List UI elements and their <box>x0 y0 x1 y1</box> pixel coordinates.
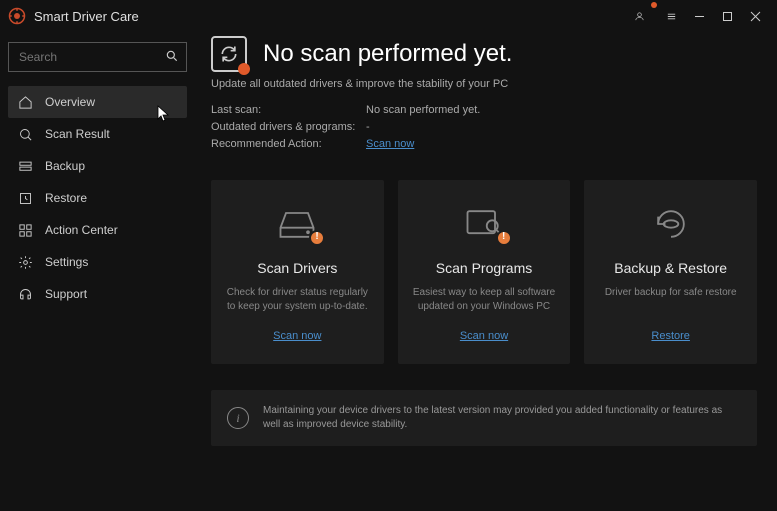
cards-row: Scan Drivers Check for driver status reg… <box>211 180 757 364</box>
tip-text: Maintaining your device drivers to the l… <box>263 404 741 432</box>
alert-badge-icon <box>309 230 325 246</box>
scan-now-link[interactable]: Scan now <box>366 138 414 150</box>
info-last-scan: Last scan: No scan performed yet. <box>211 104 757 116</box>
tip-banner: i Maintaining your device drivers to the… <box>211 390 757 446</box>
backup-icon <box>18 159 33 174</box>
menu-icon[interactable] <box>657 2 685 30</box>
sidebar-item-label: Overview <box>45 95 95 109</box>
card-scan-now-link[interactable]: Scan now <box>460 330 508 342</box>
card-scan-programs: Scan Programs Easiest way to keep all so… <box>398 180 571 364</box>
sidebar-item-settings[interactable]: Settings <box>8 246 187 278</box>
info-label: Outdated drivers & programs: <box>211 121 366 133</box>
card-desc: Check for driver status regularly to kee… <box>225 286 370 314</box>
card-title: Backup & Restore <box>614 260 727 276</box>
drive-icon <box>273 204 321 244</box>
sidebar-item-label: Support <box>45 287 87 301</box>
close-button[interactable] <box>741 2 769 30</box>
sidebar: Overview Scan Result Backup Restore Acti… <box>0 32 195 511</box>
page-subtitle: Update all outdated drivers & improve th… <box>211 78 757 90</box>
info-label: Recommended Action: <box>211 138 366 150</box>
info-value: - <box>366 121 370 133</box>
card-title: Scan Programs <box>436 260 532 276</box>
sidebar-item-scan-result[interactable]: Scan Result <box>8 118 187 150</box>
page-heading: No scan performed yet. <box>211 36 757 72</box>
sidebar-item-restore[interactable]: Restore <box>8 182 187 214</box>
card-scan-drivers: Scan Drivers Check for driver status reg… <box>211 180 384 364</box>
gear-icon <box>18 255 33 270</box>
card-desc: Driver backup for safe restore <box>605 286 737 314</box>
restore-icon <box>18 191 33 206</box>
page-title: No scan performed yet. <box>263 40 512 68</box>
search-input[interactable] <box>8 42 187 72</box>
maximize-button[interactable] <box>713 2 741 30</box>
info-icon: i <box>227 407 249 429</box>
app-title: Smart Driver Care <box>34 9 139 24</box>
main-content: No scan performed yet. Update all outdat… <box>195 32 777 511</box>
alert-badge-icon <box>496 230 512 246</box>
support-icon <box>18 287 33 302</box>
info-value: No scan performed yet. <box>366 104 480 116</box>
card-title: Scan Drivers <box>257 260 337 276</box>
home-icon <box>18 95 33 110</box>
search-icon[interactable] <box>165 49 179 68</box>
programs-icon <box>460 204 508 244</box>
account-icon[interactable] <box>625 2 653 30</box>
info-recommended: Recommended Action: Scan now <box>211 138 757 150</box>
sidebar-item-backup[interactable]: Backup <box>8 150 187 182</box>
grid-icon <box>18 223 33 238</box>
sidebar-item-label: Backup <box>45 159 85 173</box>
scan-icon <box>18 127 33 142</box>
card-desc: Easiest way to keep all software updated… <box>412 286 557 314</box>
sidebar-item-label: Settings <box>45 255 88 269</box>
refresh-alert-icon <box>211 36 247 72</box>
search-wrap <box>8 42 187 72</box>
info-outdated: Outdated drivers & programs: - <box>211 121 757 133</box>
card-restore-link[interactable]: Restore <box>651 330 690 342</box>
card-backup-restore: Backup & Restore Driver backup for safe … <box>584 180 757 364</box>
sidebar-item-label: Action Center <box>45 223 118 237</box>
app-logo-icon <box>8 7 26 25</box>
info-label: Last scan: <box>211 104 366 116</box>
sidebar-item-support[interactable]: Support <box>8 278 187 310</box>
card-scan-now-link[interactable]: Scan now <box>273 330 321 342</box>
backup-restore-icon <box>647 204 695 244</box>
titlebar: Smart Driver Care <box>0 0 777 32</box>
sidebar-item-action-center[interactable]: Action Center <box>8 214 187 246</box>
sidebar-item-label: Restore <box>45 191 87 205</box>
sidebar-item-overview[interactable]: Overview <box>8 86 187 118</box>
sidebar-item-label: Scan Result <box>45 127 110 141</box>
minimize-button[interactable] <box>685 2 713 30</box>
